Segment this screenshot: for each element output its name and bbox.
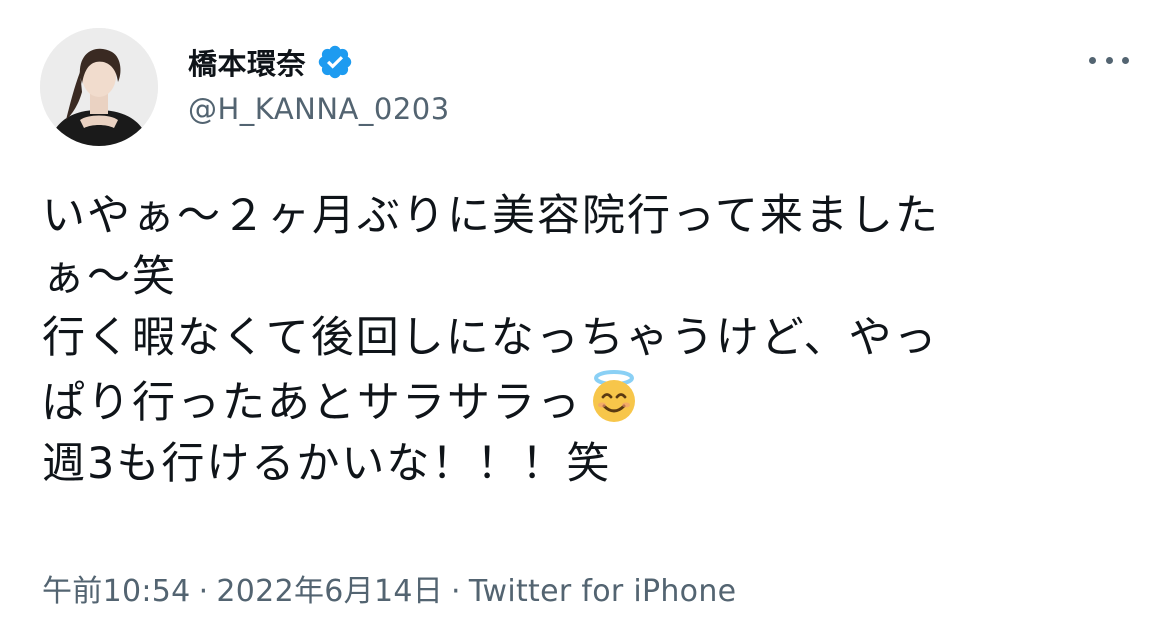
more-dot — [1089, 56, 1096, 64]
tweet-date[interactable]: 2022年6月14日 — [216, 574, 443, 609]
more-dot — [1122, 56, 1129, 64]
user-handle[interactable]: @H_KANNA_0203 — [188, 92, 450, 126]
tweet-time[interactable]: 午前10:54 — [42, 574, 191, 609]
smiling-face-with-halo-icon — [586, 369, 642, 425]
display-name[interactable]: 橋本環奈 — [188, 41, 306, 83]
tweet-text-line: 週3も行けるかいな！！！笑 — [42, 439, 612, 489]
avatar[interactable] — [40, 28, 158, 146]
verified-badge-icon — [316, 43, 354, 81]
user-info: 橋本環奈 @H_KANNA_0203 — [188, 40, 450, 126]
more-options-icon[interactable] — [1089, 50, 1129, 70]
tweet-text-line: ぁ〜笑 — [42, 252, 177, 302]
tweet-text: いやぁ〜２ヶ月ぶりに美容院行って来ました ぁ〜笑 行く暇なくて後回しになっちゃう… — [42, 186, 1122, 495]
name-row: 橋本環奈 — [188, 40, 450, 84]
tweet-text-line: 行く暇なくて後回しになっちゃうけど、やっ — [42, 313, 939, 363]
meta-separator: · — [451, 574, 461, 609]
more-dot — [1105, 56, 1113, 64]
tweet-text-line: いやぁ〜２ヶ月ぶりに美容院行って来ました — [42, 191, 940, 241]
tweet-text-line: ぱり行ったあとサラサラっ — [42, 378, 582, 428]
tweet-card: 橋本環奈 @H_KANNA_0203 いやぁ〜２ヶ月ぶりに美容院行って来ました … — [0, 0, 1169, 642]
tweet-meta: 午前10:54 · 2022年6月14日 · Twitter for iPhone — [42, 566, 736, 610]
tweet-source-link[interactable]: Twitter for iPhone — [469, 574, 737, 609]
meta-separator: · — [198, 574, 209, 609]
tweet-text-line-with-emoji: ぱり行ったあとサラサラっ — [42, 369, 1122, 434]
